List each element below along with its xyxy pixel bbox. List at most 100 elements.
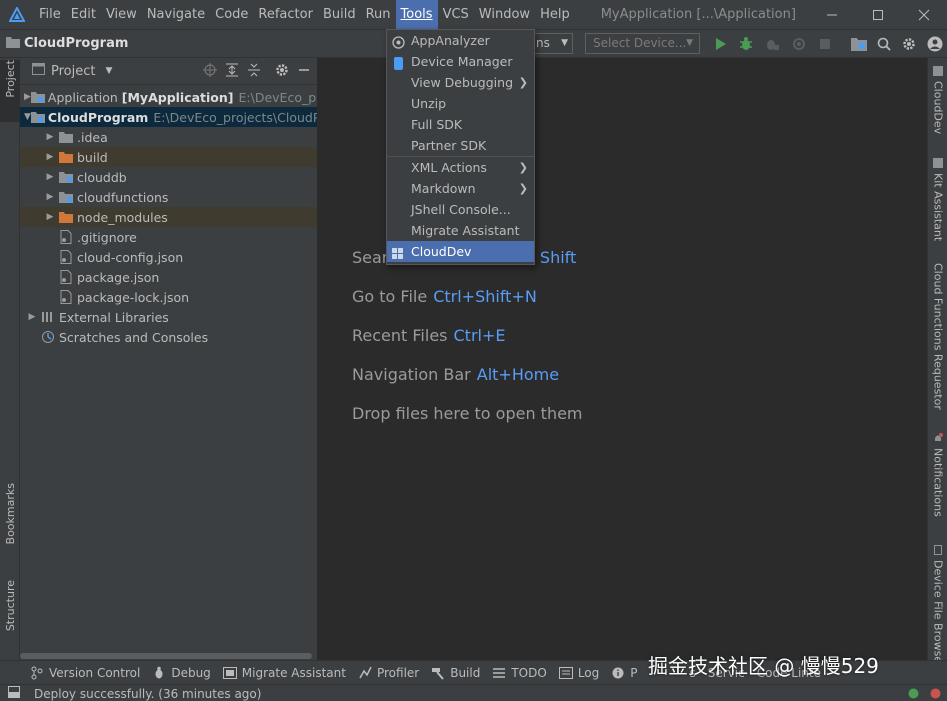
project-structure-button[interactable]	[850, 35, 868, 53]
horizontal-scrollbar[interactable]	[20, 652, 317, 660]
device-select[interactable]: Select Device... ▼	[585, 33, 700, 54]
chevron-down-icon[interactable]: ▼	[24, 112, 31, 122]
menu-build[interactable]: Build	[318, 0, 361, 29]
menu-code[interactable]: Code	[210, 0, 253, 29]
tab-build[interactable]: Build	[431, 666, 492, 680]
account-button[interactable]	[926, 35, 944, 53]
tab-project[interactable]: Project	[0, 60, 20, 122]
scrollbar-thumb[interactable]	[20, 653, 312, 659]
chevron-right-icon[interactable]: ▶	[24, 92, 31, 102]
tree-item-gitignore[interactable]: .gitignore	[20, 227, 317, 247]
chevron-right-icon[interactable]: ▶	[42, 132, 58, 142]
menu-item-markdown[interactable]: Markdown ❯	[387, 178, 534, 199]
chevron-right-icon[interactable]: ▶	[42, 172, 58, 182]
menu-run[interactable]: Run	[361, 0, 396, 29]
menu-navigate[interactable]: Navigate	[142, 0, 210, 29]
minimize-button[interactable]	[809, 0, 855, 29]
menu-window[interactable]: Window	[474, 0, 535, 29]
menu-item-jshell-console[interactable]: JShell Console...	[387, 199, 534, 220]
locate-icon[interactable]	[203, 63, 217, 81]
deveco-logo-icon	[0, 0, 34, 29]
menu-item-xml-actions[interactable]: XML Actions ❯	[387, 157, 534, 178]
debug-button[interactable]	[737, 35, 755, 53]
maximize-button[interactable]	[855, 0, 901, 29]
project-view-icon	[32, 63, 45, 79]
menu-edit[interactable]: Edit	[66, 0, 101, 29]
chevron-right-icon[interactable]: ▶	[42, 152, 58, 162]
menu-item-device-manager[interactable]: Device Manager	[387, 51, 534, 72]
project-view-select[interactable]: Project	[51, 64, 95, 79]
tab-structure[interactable]: Structure	[0, 580, 20, 652]
tree-item-node-modules[interactable]: ▶ node_modules	[20, 207, 317, 227]
tab-kit-assistant[interactable]: Kit Assistant	[928, 158, 947, 241]
chevron-right-icon[interactable]: ▶	[42, 212, 58, 222]
folder-icon	[58, 130, 74, 144]
menu-item-unzip[interactable]: Unzip	[387, 93, 534, 114]
tree-item-cloudprogram[interactable]: ▼ CloudProgram E:\DevEco_projects\CloudP…	[20, 107, 317, 127]
menu-item-full-sdk[interactable]: Full SDK	[387, 114, 534, 135]
chevron-down-icon[interactable]: ▼	[105, 66, 112, 76]
menu-item-partner-sdk[interactable]: Partner SDK	[387, 135, 534, 156]
menu-view[interactable]: View	[101, 0, 142, 29]
tree-item-cloudfunctions[interactable]: ▶ cloudfunctions	[20, 187, 317, 207]
tab-bookmarks-label: Bookmarks	[3, 483, 17, 545]
tab-clouddev[interactable]: CloudDev	[928, 66, 947, 134]
tree-item-external-libraries[interactable]: ▶ External Libraries	[20, 307, 317, 327]
chevron-right-icon[interactable]: ▶	[24, 312, 40, 322]
tree-item-scratches[interactable]: Scratches and Consoles	[20, 327, 317, 347]
settings-button[interactable]	[900, 35, 918, 53]
attach-debugger-button[interactable]	[763, 35, 781, 53]
gear-icon[interactable]	[275, 63, 289, 81]
tab-migrate-assistant[interactable]: Migrate Assistant	[222, 666, 358, 680]
menu-vcs[interactable]: VCS	[438, 0, 474, 29]
menu-refactor[interactable]: Refactor	[253, 0, 318, 29]
hide-icon[interactable]	[297, 63, 311, 81]
version-control-icon	[30, 666, 44, 680]
run-configuration-select[interactable]: ns ▼	[533, 33, 573, 54]
tab-todo[interactable]: TODO	[492, 666, 558, 680]
tab-version-control[interactable]: Version Control	[30, 666, 152, 680]
tab-device-file-browser[interactable]: Device File Browser	[928, 545, 947, 668]
menu-item-view-debugging[interactable]: View Debugging ❯	[387, 72, 534, 93]
profile-button[interactable]	[790, 35, 808, 53]
menu-help[interactable]: Help	[535, 0, 575, 29]
search-button[interactable]	[875, 35, 893, 53]
folder-icon	[58, 190, 74, 204]
menu-item-appanalyzer[interactable]: AppAnalyzer	[387, 30, 534, 51]
tree-item-application[interactable]: ▶ Application [MyApplication] E:\DevEco_…	[20, 87, 317, 107]
status-toggle-icon[interactable]	[8, 686, 20, 701]
tree-item-idea[interactable]: ▶ .idea	[20, 127, 317, 147]
collapse-all-icon[interactable]	[247, 63, 261, 81]
tree-item-cloud-config-json[interactable]: cloud-config.json	[20, 247, 317, 267]
menu-item-migrate-assistant[interactable]: Migrate Assistant	[387, 220, 534, 241]
tab-debug[interactable]: Debug	[152, 666, 222, 680]
tree-item-build[interactable]: ▶ build	[20, 147, 317, 167]
chevron-right-icon[interactable]: ▶	[42, 192, 58, 202]
run-configuration-label: ns	[536, 36, 550, 50]
stop-button[interactable]	[816, 35, 834, 53]
tab-log[interactable]: Log	[558, 666, 611, 680]
tab-bookmarks[interactable]: Bookmarks	[0, 483, 20, 563]
run-button[interactable]	[711, 35, 729, 53]
tab-notifications[interactable]: Notifications	[928, 433, 947, 517]
status-message[interactable]: Deploy successfully. (36 minutes ago)	[34, 687, 261, 701]
tab-problems[interactable]: P	[611, 666, 649, 680]
menu-item-clouddev[interactable]: CloudDev	[387, 241, 534, 262]
breadcrumb[interactable]: CloudProgram	[0, 36, 128, 52]
tree-item-clouddb[interactable]: ▶ clouddb	[20, 167, 317, 187]
tree-item-package-json[interactable]: package.json	[20, 267, 317, 287]
excluded-folder-icon	[58, 210, 74, 224]
tab-cloud-functions-requestor[interactable]: Cloud Functions Requestor	[928, 263, 947, 410]
gear-icon	[903, 38, 915, 50]
tree-item-label: package-lock.json	[77, 289, 190, 305]
tab-profiler[interactable]: Profiler	[358, 666, 431, 680]
close-window-button[interactable]	[901, 0, 947, 29]
tree-item-package-lock-json[interactable]: package-lock.json	[20, 287, 317, 307]
menu-file[interactable]: File	[34, 0, 66, 29]
expand-all-icon[interactable]	[225, 63, 239, 81]
scratch-icon	[40, 330, 56, 344]
list-icon	[492, 666, 506, 680]
breadcrumb-project: CloudProgram	[24, 36, 129, 51]
menu-tools[interactable]: Tools	[395, 0, 438, 29]
device-select-placeholder: Select Device...	[593, 36, 687, 50]
